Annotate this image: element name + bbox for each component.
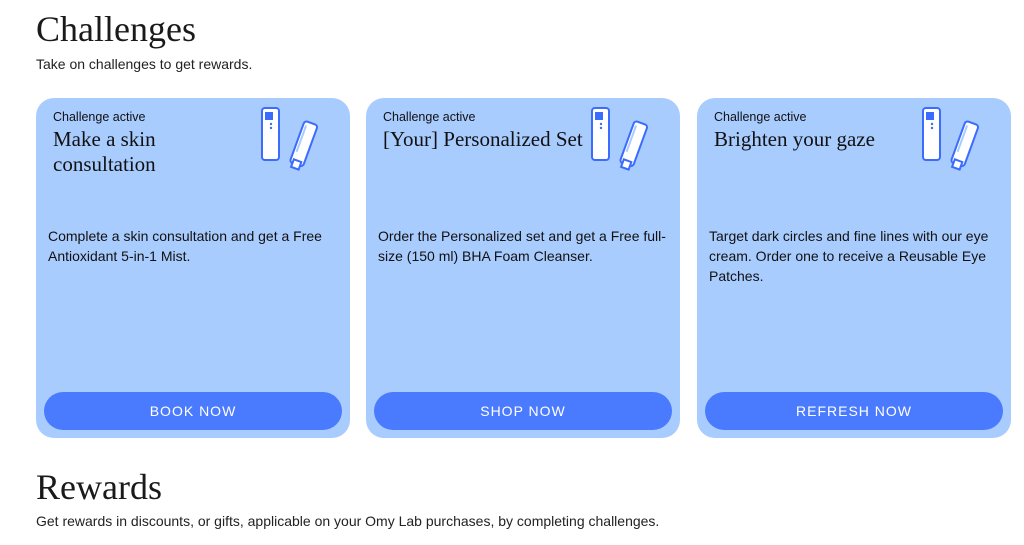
book-now-button[interactable]: BOOK NOW xyxy=(44,392,342,430)
challenge-description: Target dark circles and fine lines with … xyxy=(709,228,989,284)
challenge-card-brighten-gaze: Challenge active Brighten your gaze Targ… xyxy=(697,98,1011,438)
skincare-products-icon xyxy=(591,107,649,171)
challenge-title: [Your] Personalized Set xyxy=(383,127,583,151)
skincare-products-icon xyxy=(922,107,980,171)
challenge-description: Order the Personalized set and get a Fre… xyxy=(378,228,666,264)
shop-now-button[interactable]: SHOP NOW xyxy=(374,392,672,430)
challenge-status: Challenge active xyxy=(53,110,146,124)
challenge-cards: Challenge active Make a skin consultatio… xyxy=(36,98,1012,438)
challenge-status: Challenge active xyxy=(383,110,476,124)
rewards-heading: Rewards xyxy=(36,467,162,507)
challenge-card-personalized-set: Challenge active [Your] Personalized Set… xyxy=(366,98,680,438)
challenges-heading: Challenges xyxy=(36,9,196,49)
challenge-card-consultation: Challenge active Make a skin consultatio… xyxy=(36,98,350,438)
skincare-products-icon xyxy=(261,107,319,171)
challenge-title: Make a skin consultation xyxy=(53,127,156,176)
refresh-now-button[interactable]: REFRESH NOW xyxy=(705,392,1003,430)
challenge-status: Challenge active xyxy=(714,110,807,124)
rewards-subtitle: Get rewards in discounts, or gifts, appl… xyxy=(36,513,660,529)
challenge-title: Brighten your gaze xyxy=(714,127,875,151)
challenge-description: Complete a skin consultation and get a F… xyxy=(48,228,322,264)
challenges-subtitle: Take on challenges to get rewards. xyxy=(36,56,253,72)
